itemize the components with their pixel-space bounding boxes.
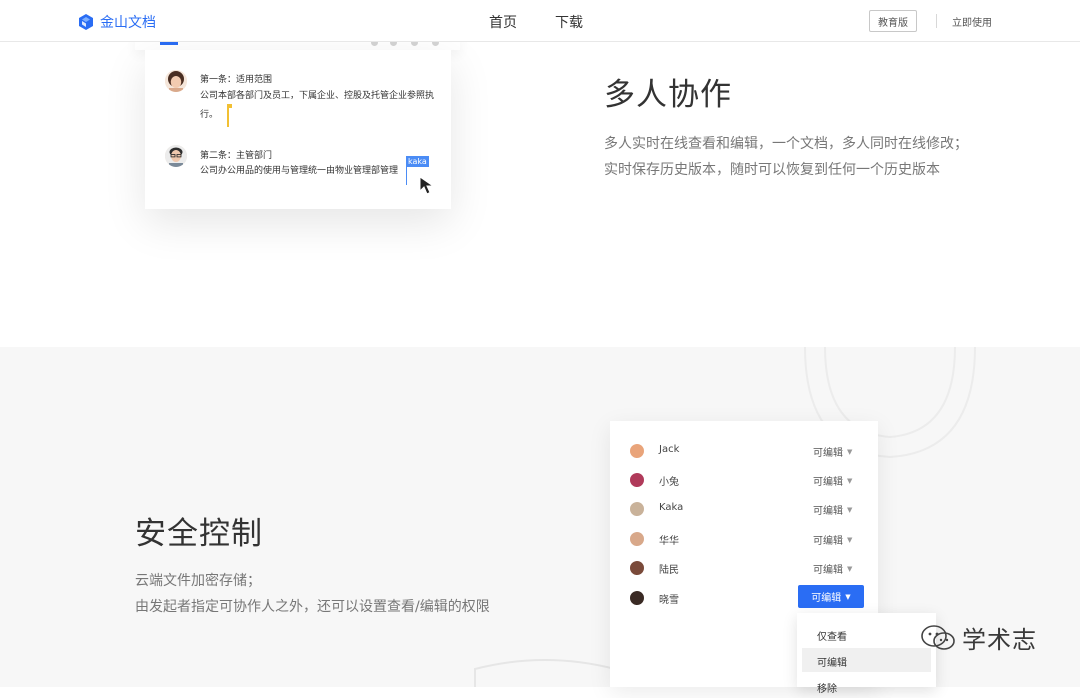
member-role-label: 可编辑 <box>813 565 843 576</box>
collab-document-card: 第一条：适用范围 公司本部各部门及员工，下属企业、控股及托管企业参照执行。 第二… <box>145 50 451 209</box>
member-role-label: 可编辑 <box>813 477 843 488</box>
header-divider <box>936 14 937 28</box>
collab-description-line-1: 多人实时在线查看和编辑，一个文档，多人同时在线修改； <box>604 136 968 152</box>
member-role-label: 可编辑 <box>813 536 843 547</box>
chevron-down-icon: ▼ <box>847 447 853 456</box>
member-role-select-active[interactable]: 可编辑 ▼ <box>798 585 864 608</box>
education-edition-button[interactable]: 教育版 <box>869 10 917 32</box>
chevron-down-icon: ▼ <box>845 592 851 601</box>
dropdown-item-remove[interactable]: 移除 <box>797 674 936 698</box>
kdocs-logo-icon <box>79 14 93 30</box>
dropdown-item-label: 移除 <box>817 684 837 695</box>
chevron-down-icon: ▼ <box>847 505 853 514</box>
comment-title: 第二条：主管部门 <box>200 151 273 161</box>
dropdown-item-label: 仅查看 <box>817 632 847 643</box>
member-name: Kaka <box>659 502 684 513</box>
member-role-label: 可编辑 <box>813 448 843 459</box>
text-cursor-yellow <box>227 107 229 127</box>
member-name: Jack <box>659 444 680 455</box>
collab-heading: 多人协作 <box>604 77 732 113</box>
member-avatar <box>630 444 644 458</box>
collaborator-cursor-tag: kaka <box>406 156 429 167</box>
chevron-down-icon: ▼ <box>847 564 853 573</box>
security-description-line-1: 云端文件加密存储； <box>135 573 261 589</box>
watermark-text: 学术志 <box>962 626 1037 654</box>
member-name: 华华 <box>659 536 679 547</box>
member-role-select[interactable]: 可编辑 ▼ <box>813 444 853 460</box>
member-row: 小兔 可编辑 ▼ <box>610 468 878 492</box>
dropdown-item-label: 可编辑 <box>817 658 847 669</box>
collab-description-line-2: 实时保存历史版本，随时可以恢复到任何一个历史版本 <box>604 162 940 178</box>
member-role-select[interactable]: 可编辑 ▼ <box>813 532 853 548</box>
member-role-label: 可编辑 <box>813 506 843 517</box>
comment-text: 公司办公用品的使用与管理统一由物业管理部管理 <box>200 166 399 176</box>
male-avatar-icon <box>165 145 187 167</box>
member-avatar <box>630 502 644 516</box>
nav-download[interactable]: 下载 <box>555 12 583 32</box>
member-name: 陆民 <box>659 565 679 576</box>
member-row: Jack 可编辑 ▼ <box>610 439 878 463</box>
role-dropdown-menu: 仅查看 可编辑 移除 <box>797 613 936 695</box>
female-avatar-icon <box>165 70 187 92</box>
avatar-male <box>165 145 187 167</box>
logo-text: 金山文档 <box>100 15 156 31</box>
avatar-female <box>165 70 187 92</box>
member-role-select[interactable]: 可编辑 ▼ <box>813 502 853 518</box>
text-cursor-blue <box>406 167 407 185</box>
chevron-down-icon: ▼ <box>847 476 853 485</box>
dropdown-item-editable[interactable]: 可编辑 <box>802 648 931 672</box>
member-name: 晓雪 <box>659 595 679 606</box>
security-description-line-2: 由发起者指定可协作人之外，还可以设置查看/编辑的权限 <box>135 599 490 615</box>
wechat-icon <box>921 624 955 650</box>
dropdown-item-view-only[interactable]: 仅查看 <box>797 622 936 646</box>
member-avatar <box>630 591 644 605</box>
use-now-link[interactable]: 立即使用 <box>952 14 992 29</box>
logo[interactable]: 金山文档 <box>78 12 156 32</box>
member-row: Kaka 可编辑 ▼ <box>610 497 878 521</box>
member-avatar <box>630 532 644 546</box>
chevron-down-icon: ▼ <box>847 535 853 544</box>
security-heading: 安全控制 <box>135 516 263 552</box>
wechat-watermark: 学术志 <box>920 620 1037 655</box>
comment-title: 第一条：适用范围 <box>200 75 273 85</box>
member-name: 小兔 <box>659 477 679 488</box>
member-role-select[interactable]: 可编辑 ▼ <box>813 473 853 489</box>
mouse-pointer-icon <box>419 176 435 195</box>
member-role-select[interactable]: 可编辑 ▼ <box>813 561 853 577</box>
member-avatar <box>630 473 644 487</box>
decorative-shield-outline-icon <box>474 659 616 687</box>
comment-text: 公司本部各部门及员工，下属企业、控股及托管企业参照执行。 <box>200 91 435 120</box>
nav-home[interactable]: 首页 <box>489 12 517 32</box>
member-role-label: 可编辑 <box>811 593 842 604</box>
top-header: 金山文档 首页 下载 教育版 立即使用 <box>0 0 1080 42</box>
member-row: 华华 可编辑 ▼ <box>610 527 878 551</box>
member-row: 陆民 可编辑 ▼ <box>610 556 878 580</box>
member-avatar <box>630 561 644 575</box>
